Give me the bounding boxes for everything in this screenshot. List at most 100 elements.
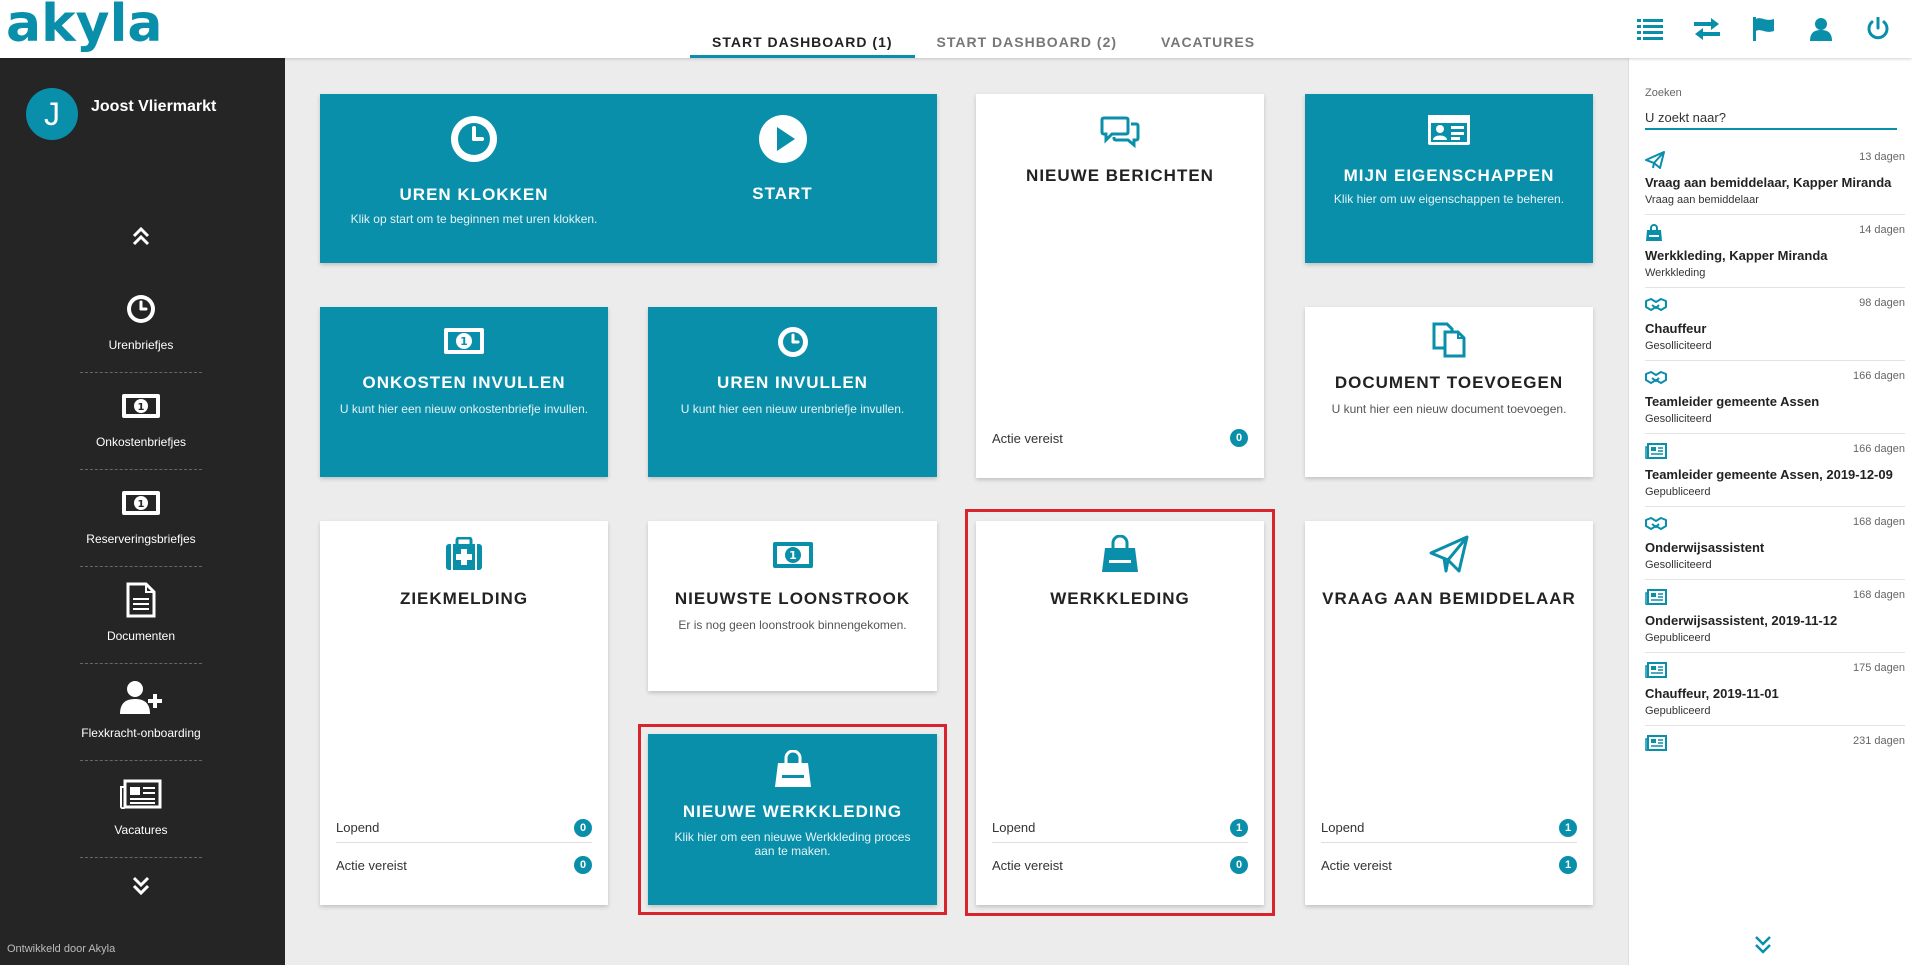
tile-nieuwste-loonstrook[interactable]: 1 NIEUWSTE LOONSTROOK Er is nog geen loo… bbox=[648, 521, 937, 691]
feed-subtitle: Gesolliciteerd bbox=[1645, 559, 1712, 571]
sidebar-item-urenbriefjes[interactable]: Urenbriefjes bbox=[80, 276, 202, 373]
feed-age: 168 dagen bbox=[1853, 589, 1905, 601]
sidebar-item-vacatures[interactable]: Vacatures bbox=[80, 761, 202, 858]
svg-text:1: 1 bbox=[460, 335, 468, 348]
feed-item[interactable]: 175 dagen Chauffeur, 2019-11-01 Gepublic… bbox=[1645, 653, 1905, 726]
play-icon[interactable] bbox=[628, 114, 937, 164]
feed-item[interactable]: 231 dagen bbox=[1645, 726, 1905, 763]
chat-bubbles-icon bbox=[976, 114, 1264, 148]
tile-title: UREN INVULLEN bbox=[717, 373, 868, 392]
tile-title: NIEUWSTE LOONSTROOK bbox=[674, 589, 911, 608]
top-icon-bar bbox=[1621, 12, 1906, 46]
tile-onkosten-invullen[interactable]: 1 ONKOSTEN INVULLEN U kunt hier een nieu… bbox=[320, 307, 608, 477]
status-label: Actie vereist bbox=[992, 857, 1063, 873]
count-badge: 0 bbox=[1230, 856, 1248, 874]
count-badge: 1 bbox=[1559, 818, 1577, 837]
swap-arrows-icon[interactable] bbox=[1678, 12, 1735, 46]
clock-icon bbox=[320, 114, 628, 164]
sidebar-item-onkostenbriefjes[interactable]: 1 Onkostenbriefjes bbox=[80, 373, 202, 470]
tile-title: ONKOSTEN INVULLEN bbox=[362, 373, 566, 392]
tile-ziekmelding[interactable]: ZIEKMELDING Lopend 0 Actie vereist 0 bbox=[320, 521, 608, 905]
status-row-lopend: Lopend 1 bbox=[1321, 813, 1577, 843]
feed-title: Teamleider gemeente Assen, 2019-12-09 bbox=[1645, 467, 1893, 482]
user-icon[interactable] bbox=[1792, 12, 1849, 46]
status-label: Lopend bbox=[992, 820, 1036, 835]
feed-age: 175 dagen bbox=[1853, 662, 1905, 674]
status-row-lopend: Lopend 1 bbox=[992, 813, 1248, 843]
chevron-up-icon[interactable] bbox=[125, 220, 157, 252]
handshake-icon bbox=[1645, 370, 1667, 391]
newspaper-icon bbox=[1645, 662, 1667, 683]
tile-description: Klik hier om uw eigenschappen te beheren… bbox=[1333, 192, 1565, 206]
sidebar-item-label: Onkostenbriefjes bbox=[95, 435, 187, 449]
tile-title: NIEUWE WERKKLEDING bbox=[682, 802, 903, 821]
feed-item[interactable]: 98 dagen Chauffeur Gesolliciteerd bbox=[1645, 288, 1905, 361]
tile-uren-invullen[interactable]: UREN INVULLEN U kunt hier een nieuw uren… bbox=[648, 307, 937, 477]
tile-description: Er is nog geen loonstrook binnengekomen. bbox=[678, 618, 907, 632]
newspaper-icon bbox=[120, 761, 162, 817]
sidebar-item-documenten[interactable]: Documenten bbox=[80, 567, 202, 664]
shopping-bag-icon bbox=[976, 535, 1264, 573]
tile-uren-klokken[interactable]: UREN KLOKKEN Klik op start om te beginne… bbox=[320, 94, 937, 263]
start-button[interactable]: START bbox=[628, 184, 937, 204]
money-icon: 1 bbox=[121, 470, 161, 526]
paper-plane-icon bbox=[1645, 151, 1665, 174]
feed-title: Werkkleding, Kapper Miranda bbox=[1645, 248, 1828, 263]
count-badge: 1 bbox=[1230, 818, 1248, 837]
tile-nieuwe-werkkleding[interactable]: NIEUWE WERKKLEDING Klik hier om een nieu… bbox=[648, 734, 937, 905]
power-icon[interactable] bbox=[1849, 12, 1906, 46]
medical-kit-icon bbox=[320, 537, 608, 571]
chevron-down-icon[interactable] bbox=[1753, 934, 1773, 961]
count-badge: 0 bbox=[574, 856, 592, 874]
svg-text:1: 1 bbox=[138, 402, 145, 413]
feed-item[interactable]: 166 dagen Teamleider gemeente Assen, 201… bbox=[1645, 434, 1905, 507]
top-bar: akyla START DASHBOARD (1) START DASHBOAR… bbox=[0, 0, 1912, 58]
chevron-down-icon[interactable] bbox=[125, 870, 157, 902]
tile-mijn-eigenschappen[interactable]: MIJN EIGENSCHAPPEN Klik hier om uw eigen… bbox=[1305, 94, 1593, 263]
newspaper-icon bbox=[1645, 443, 1667, 464]
tab-start-dashboard-1[interactable]: START DASHBOARD (1) bbox=[690, 0, 915, 58]
status-row-lopend: Lopend 0 bbox=[336, 813, 592, 843]
sidebar-item-flexkracht-onboarding[interactable]: Flexkracht-onboarding bbox=[80, 664, 202, 761]
developer-credit: Ontwikkeld door Akyla bbox=[7, 943, 116, 955]
tile-title: NIEUWE BERICHTEN bbox=[1026, 166, 1214, 185]
svg-text:1: 1 bbox=[789, 549, 797, 562]
user-name: Joost Vliermarkt bbox=[91, 98, 217, 115]
search-input[interactable] bbox=[1645, 106, 1897, 130]
tile-werkkleding[interactable]: WERKKLEDING Lopend 1 Actie vereist 0 bbox=[976, 521, 1264, 905]
tile-description: U kunt hier een nieuw onkostenbriefje in… bbox=[339, 402, 589, 416]
dashboard-grid: UREN KLOKKEN Klik op start om te beginne… bbox=[285, 58, 1628, 965]
tile-document-toevoegen[interactable]: DOCUMENT TOEVOEGEN U kunt hier een nieuw… bbox=[1305, 307, 1593, 477]
akyla-logo[interactable]: akyla bbox=[6, 0, 162, 54]
feed-item[interactable]: 166 dagen Teamleider gemeente Assen Geso… bbox=[1645, 361, 1905, 434]
sidebar-item-label: Documenten bbox=[106, 629, 176, 643]
count-badge: 0 bbox=[574, 818, 592, 837]
feed-age: 13 dagen bbox=[1859, 151, 1905, 163]
status-row-actie-vereist: Actie vereist 1 bbox=[1321, 850, 1577, 880]
newspaper-icon bbox=[1645, 735, 1667, 756]
flag-icon[interactable] bbox=[1735, 12, 1792, 46]
copy-documents-icon bbox=[1305, 321, 1593, 359]
tile-vraag-aan-bemiddelaar[interactable]: VRAAG AAN BEMIDDELAAR Lopend 1 Actie ver… bbox=[1305, 521, 1593, 905]
status-label: Actie vereist bbox=[336, 857, 407, 873]
feed-subtitle: Werkkleding bbox=[1645, 267, 1706, 279]
avatar[interactable]: J bbox=[26, 88, 78, 140]
activity-panel: Zoeken 13 dagen Vraag aan bemiddelaar, K… bbox=[1628, 58, 1912, 965]
feed-item[interactable]: 13 dagen Vraag aan bemiddelaar, Kapper M… bbox=[1645, 142, 1905, 215]
tile-description: U kunt hier een nieuw urenbriefje invull… bbox=[680, 402, 905, 416]
money-icon: 1 bbox=[121, 373, 161, 429]
tab-start-dashboard-2[interactable]: START DASHBOARD (2) bbox=[915, 0, 1140, 58]
sidebar-item-label: Vacatures bbox=[114, 823, 168, 837]
feed-item[interactable]: 14 dagen Werkkleding, Kapper Miranda Wer… bbox=[1645, 215, 1905, 288]
shopping-bag-icon bbox=[648, 750, 937, 788]
tab-vacatures[interactable]: VACATURES bbox=[1139, 0, 1277, 58]
feed-subtitle: Gepubliceerd bbox=[1645, 705, 1711, 717]
feed-item[interactable]: 168 dagen Onderwijsassistent, 2019-11-12… bbox=[1645, 580, 1905, 653]
status-row-actie-vereist: Actie vereist 0 bbox=[992, 423, 1248, 453]
feed-item[interactable]: 168 dagen Onderwijsassistent Gesollicite… bbox=[1645, 507, 1905, 580]
feed-title: Chauffeur, 2019-11-01 bbox=[1645, 686, 1779, 701]
tile-nieuwe-berichten[interactable]: NIEUWE BERICHTEN Actie vereist 0 bbox=[976, 94, 1264, 478]
id-card-icon bbox=[1305, 114, 1593, 146]
sidebar-item-reserveringsbriefjes[interactable]: 1 Reserveringsbriefjes bbox=[80, 470, 202, 567]
list-icon[interactable] bbox=[1621, 12, 1678, 46]
